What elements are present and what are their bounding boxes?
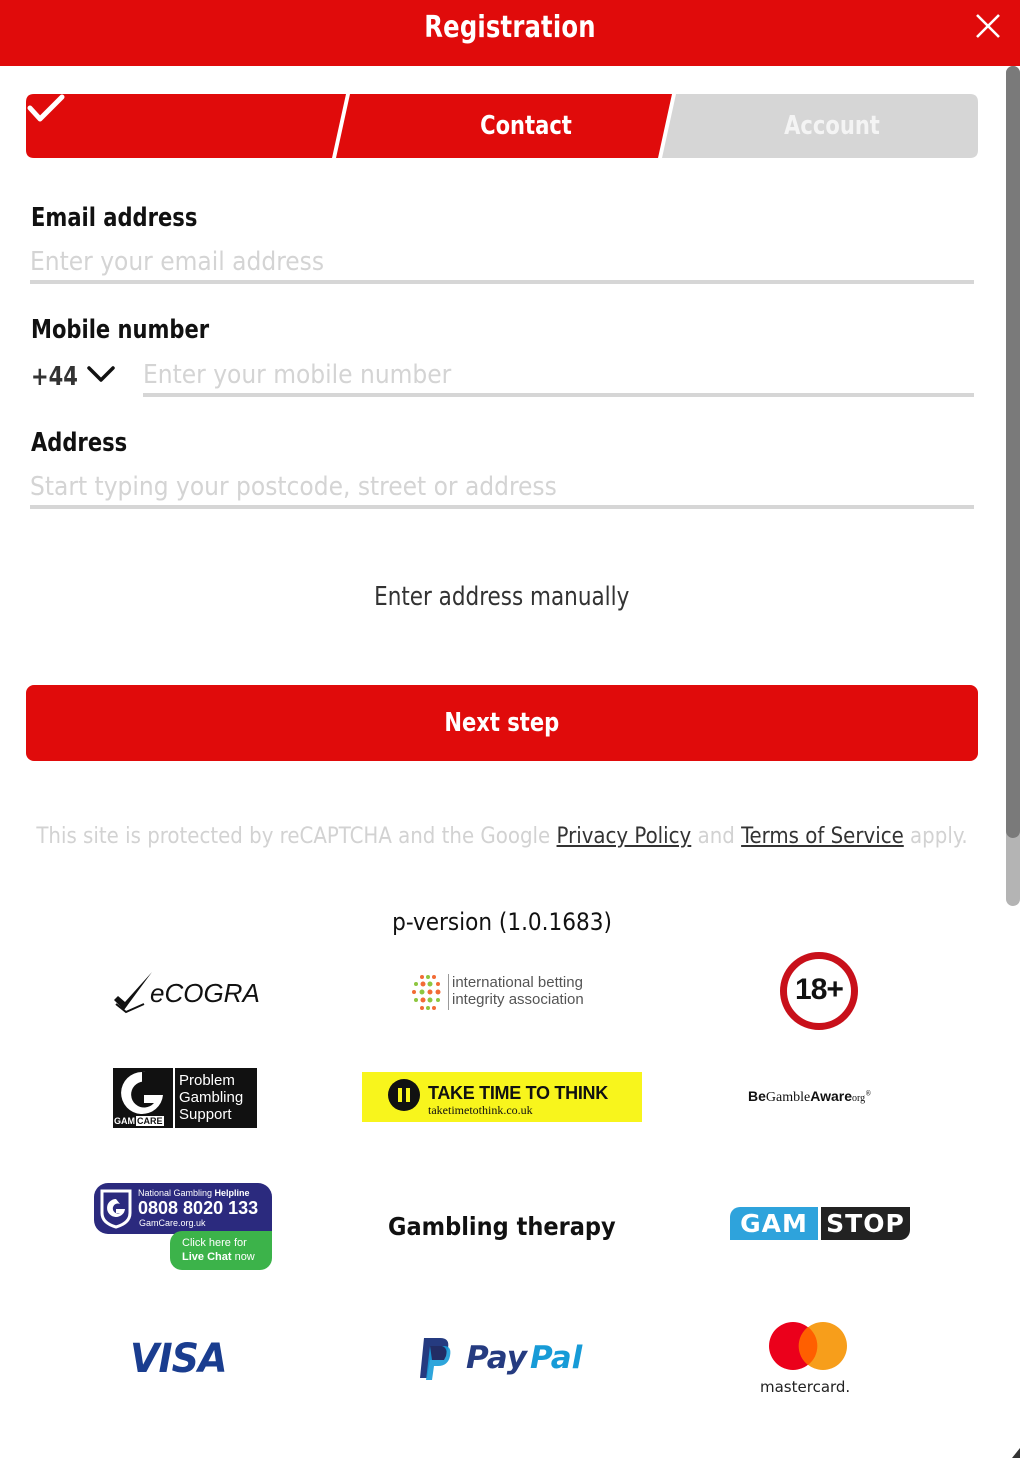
gambling-helpline-logo[interactable]: National Gambling Helpline 0808 8020 133… <box>94 1183 274 1273</box>
mobile-label: Mobile number <box>31 315 210 345</box>
live-chat-line-1: Click here for <box>182 1237 247 1249</box>
paypal-logo: Pay Pal <box>418 1338 598 1384</box>
live-chat-bold: Live Chat <box>182 1251 232 1263</box>
registered-icon: ® <box>865 1089 872 1098</box>
scrollbar[interactable] <box>1006 66 1020 906</box>
helpline-title-text: National Gambling <box>138 1188 215 1198</box>
live-chat-bubble[interactable]: Click here for Live Chat now <box>170 1231 272 1270</box>
ibia-text: international betting integrity associat… <box>452 974 584 1008</box>
paypal-text-pay: Pay <box>466 1340 527 1376</box>
version-label: p-version (1.0.1683) <box>392 908 612 936</box>
helpline-site: GamCare.org.uk <box>139 1218 206 1228</box>
gamstop-stop-text: STOP <box>826 1209 905 1238</box>
email-input[interactable] <box>30 244 974 284</box>
helpline-number: 0808 8020 133 <box>138 1198 259 1218</box>
gamcare-g-box: GAM CARE <box>113 1068 171 1128</box>
enter-address-manually-text[interactable]: Enter address manually <box>374 582 629 612</box>
gamstop-gam-text: GAM <box>740 1209 808 1238</box>
take-time-to-think-logo[interactable]: TAKE TIME TO THINK taketimetothink.co.uk <box>362 1072 642 1122</box>
step-account[interactable]: Account <box>701 111 964 141</box>
next-step-label: Next step <box>444 708 560 738</box>
privacy-policy-link[interactable]: Privacy Policy <box>557 824 692 849</box>
step-contact[interactable]: Contact <box>382 111 670 141</box>
age-18-plus-logo: 18+ <box>780 952 858 1030</box>
gamstop-stop-box: STOP <box>821 1207 910 1240</box>
helpline-box: National Gambling Helpline 0808 8020 133… <box>94 1183 272 1234</box>
ibia-text-line-2: integrity association <box>452 991 584 1008</box>
ibia-dots-icon <box>412 975 441 1010</box>
gamcare-brand-gam: GAM <box>113 1116 136 1126</box>
ttt-title: TAKE TIME TO THINK <box>428 1083 608 1103</box>
bga-org: org <box>852 1093 866 1104</box>
modal-header: Registration <box>0 0 1020 66</box>
paypal-p-icon <box>420 1338 451 1380</box>
enter-address-manually-link[interactable]: Enter address manually <box>0 582 1004 612</box>
visa-logo: VISA <box>130 1336 227 1382</box>
chevron-down-icon[interactable] <box>86 364 116 386</box>
gamcare-line-3: Support <box>179 1106 232 1123</box>
close-icon[interactable] <box>974 12 1002 40</box>
mobile-input[interactable] <box>143 357 974 397</box>
paypal-text-pal: Pal <box>530 1340 583 1376</box>
address-label: Address <box>31 428 128 458</box>
ibia-divider <box>448 974 449 1010</box>
pause-icon <box>388 1079 420 1111</box>
terms-of-service-link[interactable]: Terms of Service <box>741 824 904 849</box>
bga-gamble: Gamble <box>765 1090 811 1105</box>
gamcare-divider <box>173 1068 175 1128</box>
gamcare-text: Problem Gambling Support <box>179 1072 243 1123</box>
address-input[interactable] <box>30 469 974 509</box>
checkmark-icon <box>27 94 65 122</box>
recaptcha-text-apply: apply. <box>903 824 968 849</box>
ibia-logo[interactable]: international betting integrity associat… <box>410 970 610 1016</box>
recaptcha-text-and: and <box>691 824 742 849</box>
bga-aware: Aware <box>810 1088 853 1104</box>
mastercard-circles-icon <box>769 1322 847 1370</box>
resize-grip-icon[interactable] <box>1012 1448 1020 1458</box>
gamcare-brand-care: CARE <box>136 1116 164 1126</box>
step-1-shape <box>26 94 346 158</box>
age-text: 18+ <box>795 973 844 1006</box>
ecogra-text: eCOGRA <box>150 978 260 1008</box>
registration-stepper: Contact Account <box>26 94 978 158</box>
mastercard-logo: mastercard. <box>758 1320 862 1398</box>
begambleaware-logo[interactable]: BeGambleAwareorg® <box>748 1088 898 1112</box>
gamcare-line-2: Gambling <box>179 1089 244 1106</box>
helpline-title: National Gambling Helpline <box>138 1188 250 1198</box>
gamstop-logo[interactable]: GAM STOP <box>730 1207 910 1240</box>
scrollbar-thumb[interactable] <box>1006 66 1020 838</box>
mastercard-text: mastercard. <box>760 1378 851 1396</box>
gambling-therapy-logo[interactable]: Gambling therapy <box>388 1212 616 1246</box>
bga-be: Be <box>748 1088 766 1104</box>
live-chat-now: now <box>231 1251 255 1263</box>
gamstop-gam-box: GAM <box>730 1207 818 1240</box>
helpline-title-bold: Helpline <box>214 1188 250 1198</box>
ttt-url: taketimetothink.co.uk <box>428 1103 533 1117</box>
ecogra-check-icon <box>114 972 152 1014</box>
email-label: Email address <box>31 203 198 233</box>
next-step-button[interactable]: Next step <box>26 685 978 761</box>
gamcare-shield-icon <box>100 1189 132 1229</box>
gamcare-line-1: Problem <box>179 1072 235 1089</box>
recaptcha-notice: This site is protected by reCAPTCHA and … <box>30 822 974 852</box>
gamcare-support-logo[interactable]: GAM CARE Problem Gambling Support <box>113 1068 257 1128</box>
ibia-text-line-1: international betting <box>452 974 583 991</box>
recaptcha-text: This site is protected by reCAPTCHA and … <box>36 824 557 849</box>
live-chat-text: Click here for Live Chat now <box>182 1236 255 1264</box>
page-title: Registration <box>424 10 596 45</box>
ecogra-logo[interactable]: eCOGRA <box>112 970 262 1016</box>
gamcare-g-icon <box>121 1071 164 1114</box>
country-code[interactable]: +44 <box>31 362 78 392</box>
